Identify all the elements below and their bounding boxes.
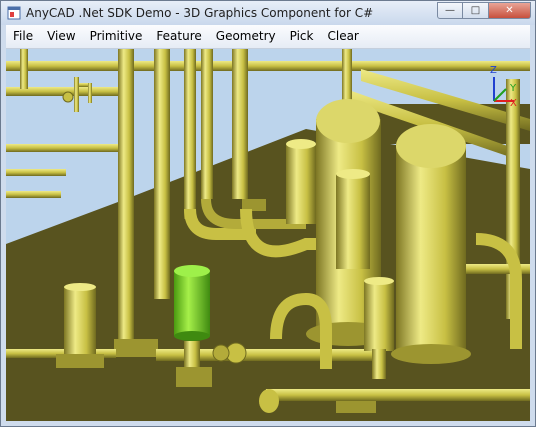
vessel-small-body (336, 174, 370, 269)
selected-cylinder-body[interactable] (174, 271, 210, 336)
pipe-floor-cap (259, 389, 279, 413)
column-4 (201, 49, 213, 199)
title-bar[interactable]: AnyCAD .Net SDK Demo - 3D Graphics Compo… (1, 1, 535, 25)
column-8 (20, 49, 28, 89)
beam-top-1 (6, 61, 530, 71)
valve-drop (88, 83, 92, 103)
menu-clear[interactable]: Clear (320, 25, 365, 48)
3d-viewport[interactable]: Z X Y (6, 49, 530, 421)
selected-cylinder-stem (184, 341, 200, 371)
axis-x-label: X (510, 98, 517, 109)
vessel-1-dome (316, 99, 380, 143)
pump-right-body (364, 281, 394, 351)
pump-right-stem (372, 349, 386, 379)
pump-right-top (364, 277, 394, 285)
floor-fitting (336, 401, 376, 413)
pump-left-base (56, 354, 104, 368)
pipe-floor-run (266, 389, 530, 401)
menu-primitive[interactable]: Primitive (83, 25, 150, 48)
selected-cylinder-bottom (174, 331, 210, 341)
beam-left-lower (6, 191, 61, 198)
menu-file[interactable]: File (6, 25, 40, 48)
close-button[interactable]: ✕ (489, 2, 531, 19)
menu-geometry[interactable]: Geometry (209, 25, 283, 48)
axis-z-label: Z (490, 65, 497, 76)
vessel-2-dome (396, 124, 466, 168)
beam-left-mid (6, 144, 126, 152)
menu-view[interactable]: View (40, 25, 82, 48)
axis-y-label: Y (509, 83, 517, 94)
column-2 (154, 49, 170, 299)
pump-left-top (64, 283, 96, 291)
column-5 (232, 49, 248, 199)
column-base-1 (114, 339, 158, 357)
vessel-2-base (391, 344, 471, 364)
maximize-button[interactable]: □ (463, 2, 489, 19)
window-title: AnyCAD .Net SDK Demo - 3D Graphics Compo… (26, 6, 374, 20)
column-3 (184, 49, 196, 219)
beam-left-low (6, 169, 66, 176)
vessel-small-top (336, 169, 370, 179)
menu-feature[interactable]: Feature (149, 25, 208, 48)
minimize-button[interactable]: — (437, 2, 463, 19)
pump-left-body (64, 287, 96, 357)
valve-stem (74, 77, 79, 112)
column-1 (118, 49, 134, 349)
selected-cylinder-top[interactable] (174, 265, 210, 277)
valve-handwheel (62, 91, 74, 103)
app-window: AnyCAD .Net SDK Demo - 3D Graphics Compo… (0, 0, 536, 427)
pump-center-base (176, 367, 212, 387)
menu-bar: File View Primitive Feature Geometry Pic… (6, 25, 530, 49)
vessel-2-body (396, 144, 466, 349)
caption-buttons: — □ ✕ (437, 2, 531, 20)
riser-left-vessel (286, 144, 316, 224)
3d-scene[interactable]: Z X Y (6, 49, 530, 421)
lower-valve-2 (212, 344, 230, 362)
app-icon (7, 6, 21, 20)
menu-pick[interactable]: Pick (283, 25, 321, 48)
riser-top (286, 139, 316, 149)
